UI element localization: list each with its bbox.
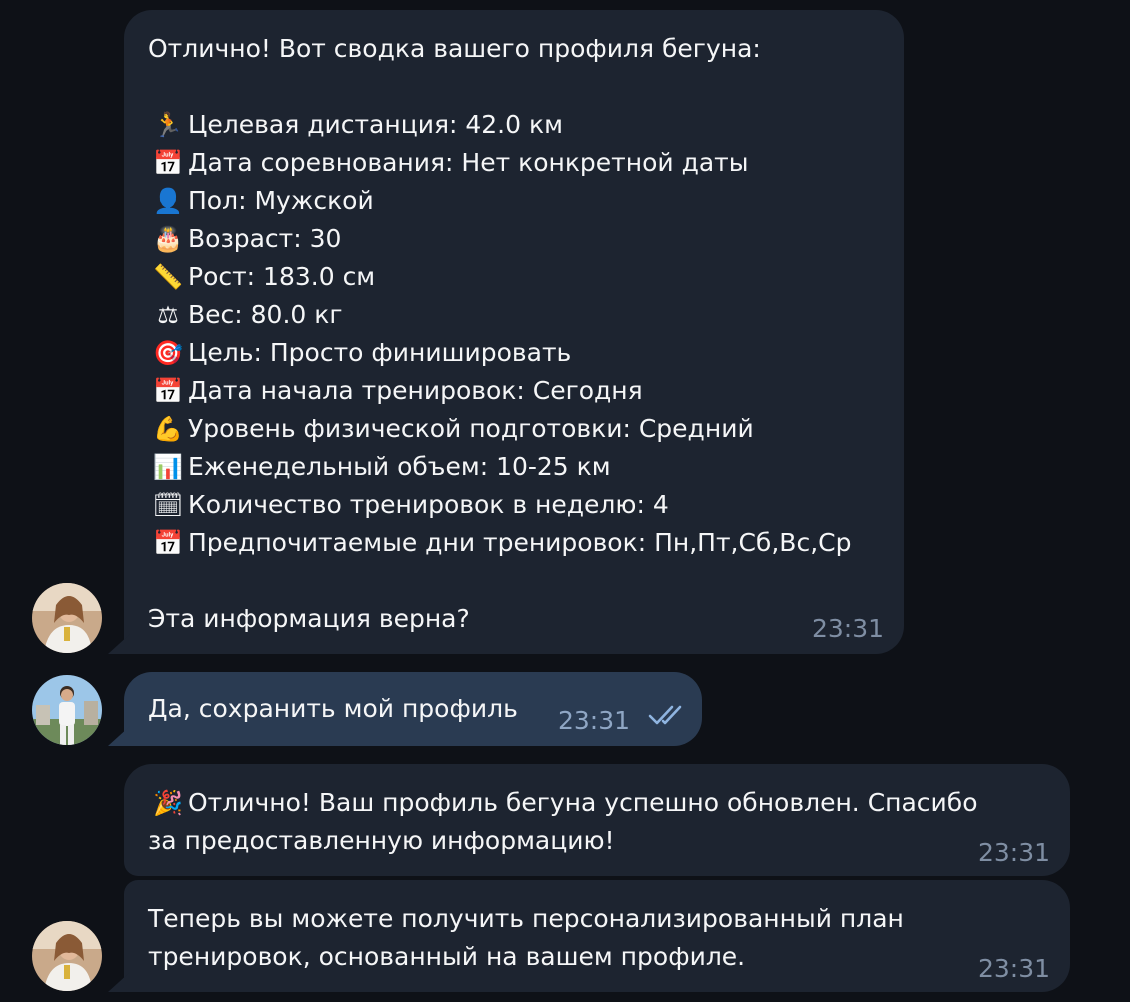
user-avatar[interactable] [32,675,102,745]
message-time: 23:31 [558,706,631,735]
message-time: 23:31 [978,838,1051,867]
message-time: 23:31 [978,954,1051,983]
summary-item-text: Цель: Просто финишировать [188,338,572,367]
summary-item: 📅 Дата соревнования: Нет конкретной даты [148,144,880,182]
summary-item: 📅 Предпочитаемые дни тренировок: Пн,Пт,Сб… [148,524,880,562]
bot-message-confirmation: 🎉 Отлично! Ваш профиль бегуна успешно обн… [124,764,1070,876]
calendar-emoji: 📅 [153,529,183,557]
summary-item-text: Дата соревнования: Нет конкретной даты [188,148,749,177]
summary-item: 📅 Дата начала тренировок: Сегодня [148,372,880,410]
summary-item: ⚖ Вес: 80.0 кг [148,296,880,334]
summary-item-text: Целевая дистанция: 42.0 км [188,110,563,139]
summary-item: 🗓 Количество тренировок в неделю: 4 [148,486,880,524]
scales-emoji: ⚖ [157,301,179,329]
bot-avatar[interactable] [32,921,102,991]
followup-line-1: Теперь вы можете получить персонализиров… [148,904,904,933]
calendar-emoji: 📅 [153,377,183,405]
party-popper-emoji: 🎉 [153,789,183,817]
summary-item: 🏃 Целевая дистанция: 42.0 км [148,106,880,144]
message-time: 23:31 [812,614,885,643]
target-emoji: 🎯 [153,339,183,367]
calendar-emoji: 📅 [153,149,183,177]
bot-message-profile-summary: Отлично! Вот сводка вашего профиля бегун… [124,10,904,654]
summary-item: 🎯 Цель: Просто финишировать [148,334,880,372]
muscle-emoji: 💪 [153,415,183,443]
summary-item-text: Еженедельный объем: 10-25 км [188,452,611,481]
summary-item-text: Предпочитаемые дни тренировок: Пн,Пт,Сб,… [188,528,852,557]
summary-item-text: Рост: 183.0 см [188,262,376,291]
summary-item: 📏 Рост: 183.0 см [148,258,880,296]
summary-item-text: Пол: Мужской [188,186,374,215]
confirmation-line-1: 🎉 Отлично! Ваш профиль бегуна успешно обн… [148,784,1046,822]
cake-emoji: 🎂 [153,225,183,253]
spiral-calendar-emoji: 🗓 [152,491,184,519]
summary-item: 📊 Еженедельный объем: 10-25 км [148,448,880,486]
summary-intro: Отлично! Вот сводка вашего профиля бегун… [148,34,761,63]
summary-item-text: Возраст: 30 [188,224,342,253]
chat-area: Отлично! Вот сводка вашего профиля бегун… [0,0,1130,1002]
summary-item-text: Вес: 80.0 кг [188,300,343,329]
summary-item: 💪 Уровень физической подготовки: Средний [148,410,880,448]
bot-avatar[interactable] [32,583,102,653]
bot-message-followup: Теперь вы можете получить персонализиров… [124,880,1070,992]
ruler-emoji: 📏 [153,263,183,291]
runner-emoji: 🏃 [153,111,183,139]
followup-line-2: тренировок, основанный на вашем профиле. [148,942,746,971]
summary-item-text: Уровень физической подготовки: Средний [188,414,754,443]
summary-item: 👤 Пол: Мужской [148,182,880,220]
double-check-icon [648,705,682,725]
summary-item-text: Дата начала тренировок: Сегодня [188,376,643,405]
summary-item: 🎂 Возраст: 30 [148,220,880,258]
summary-items-list: 🏃 Целевая дистанция: 42.0 км 📅 Дата соревно… [148,106,880,562]
bar-chart-emoji: 📊 [153,453,183,481]
user-message-save-profile: Да, сохранить мой профиль 23:31 [124,672,702,746]
summary-question: Эта информация верна? [148,604,470,633]
summary-item-text: Количество тренировок в неделю: 4 [188,490,669,519]
confirmation-line-2: за предоставленную информацию! [148,826,615,855]
person-emoji: 👤 [153,187,183,215]
